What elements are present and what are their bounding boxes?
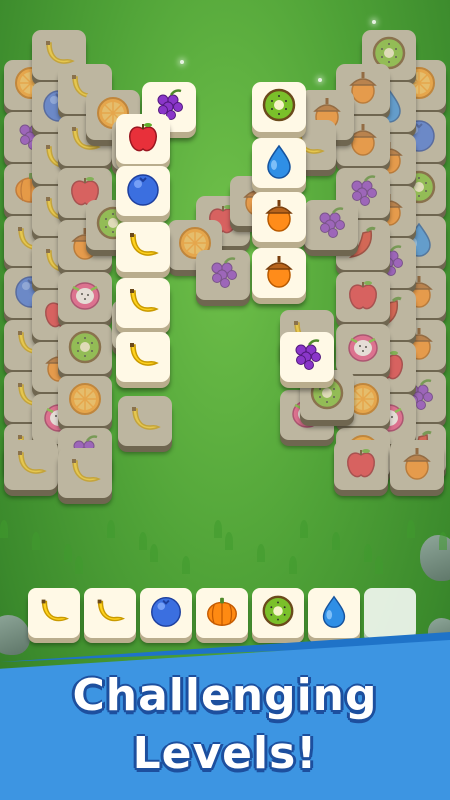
banana-icon <box>125 399 165 443</box>
tray-slot-blueberry <box>140 588 192 638</box>
tile-blueberry[interactable] <box>116 166 170 222</box>
dragonfruit-icon <box>343 327 383 371</box>
tile-face <box>336 324 390 374</box>
acorn-icon <box>397 443 437 487</box>
tile-face <box>58 448 112 498</box>
banana-icon <box>65 451 105 495</box>
tile-face <box>58 376 112 426</box>
tray-slot-pumpkin <box>196 588 248 638</box>
apple-icon <box>343 275 383 319</box>
tile-apple[interactable] <box>116 114 170 170</box>
grapes-icon <box>287 335 327 379</box>
tile-face <box>336 272 390 322</box>
banana-icon <box>11 443 51 487</box>
game-stage: Challenging Levels! <box>0 0 450 800</box>
acorn-icon <box>259 195 299 239</box>
tile-tray <box>28 588 422 644</box>
tile-face <box>252 138 306 188</box>
banana-icon <box>35 592 73 634</box>
banana-icon <box>123 225 163 269</box>
tile-face <box>252 82 306 132</box>
grapes-icon <box>203 253 243 297</box>
tile-face <box>252 192 306 242</box>
tile-water-drop[interactable] <box>252 138 306 194</box>
apple-icon <box>123 117 163 161</box>
orange-icon <box>65 379 105 423</box>
tile-banana[interactable] <box>116 222 170 278</box>
tile-face <box>58 324 112 374</box>
tray-slot-kiwi <box>252 588 304 638</box>
tile-acorn[interactable] <box>252 192 306 248</box>
kiwi-icon <box>65 327 105 371</box>
banana-icon <box>123 281 163 325</box>
pumpkin-icon <box>203 592 241 634</box>
tile-face <box>280 332 334 382</box>
tile-apple <box>334 440 388 496</box>
water-drop-icon <box>315 592 353 634</box>
tile-grapes[interactable] <box>280 332 334 388</box>
tile-face <box>58 272 112 322</box>
tile-face <box>116 222 170 272</box>
tile-kiwi <box>58 324 112 380</box>
kiwi-icon <box>259 592 297 634</box>
blueberry-icon <box>147 592 185 634</box>
headline-line-1: Challenging <box>72 670 378 721</box>
blueberry-icon <box>123 169 163 213</box>
headline-line-2: Levels! <box>132 728 318 779</box>
tile-face <box>304 200 358 250</box>
tile-board <box>0 0 450 600</box>
rock-decoration <box>0 615 30 655</box>
tray-slot-empty <box>364 588 416 638</box>
water-drop-icon <box>259 141 299 185</box>
tile-banana[interactable] <box>116 332 170 388</box>
tile-face <box>252 248 306 298</box>
tile-banana <box>118 396 172 452</box>
tile-banana <box>58 448 112 504</box>
grapes-icon <box>311 203 351 247</box>
tile-kiwi[interactable] <box>252 82 306 138</box>
tile-face <box>116 332 170 382</box>
tray-slot-water-drop <box>308 588 360 638</box>
tile-face <box>196 250 250 300</box>
banana-icon <box>91 592 129 634</box>
tile-orange <box>58 376 112 432</box>
tile-face <box>116 166 170 216</box>
tile-face <box>116 278 170 328</box>
banana-icon <box>123 335 163 379</box>
tile-banana <box>4 440 58 496</box>
tile-acorn[interactable] <box>252 248 306 304</box>
tile-face <box>4 440 58 490</box>
tile-grapes <box>196 250 250 306</box>
tile-face <box>390 440 444 490</box>
tile-dragonfruit <box>58 272 112 328</box>
tile-apple <box>336 272 390 328</box>
apple-icon <box>341 443 381 487</box>
tile-face <box>116 114 170 164</box>
kiwi-icon <box>259 85 299 129</box>
tray-slot-banana <box>28 588 80 638</box>
acorn-icon <box>259 251 299 295</box>
tile-grapes <box>304 200 358 256</box>
tile-banana[interactable] <box>116 278 170 334</box>
tile-acorn <box>390 440 444 496</box>
dragonfruit-icon <box>65 275 105 319</box>
tile-face <box>118 396 172 446</box>
tray-slot-banana <box>84 588 136 638</box>
tile-face <box>334 440 388 490</box>
